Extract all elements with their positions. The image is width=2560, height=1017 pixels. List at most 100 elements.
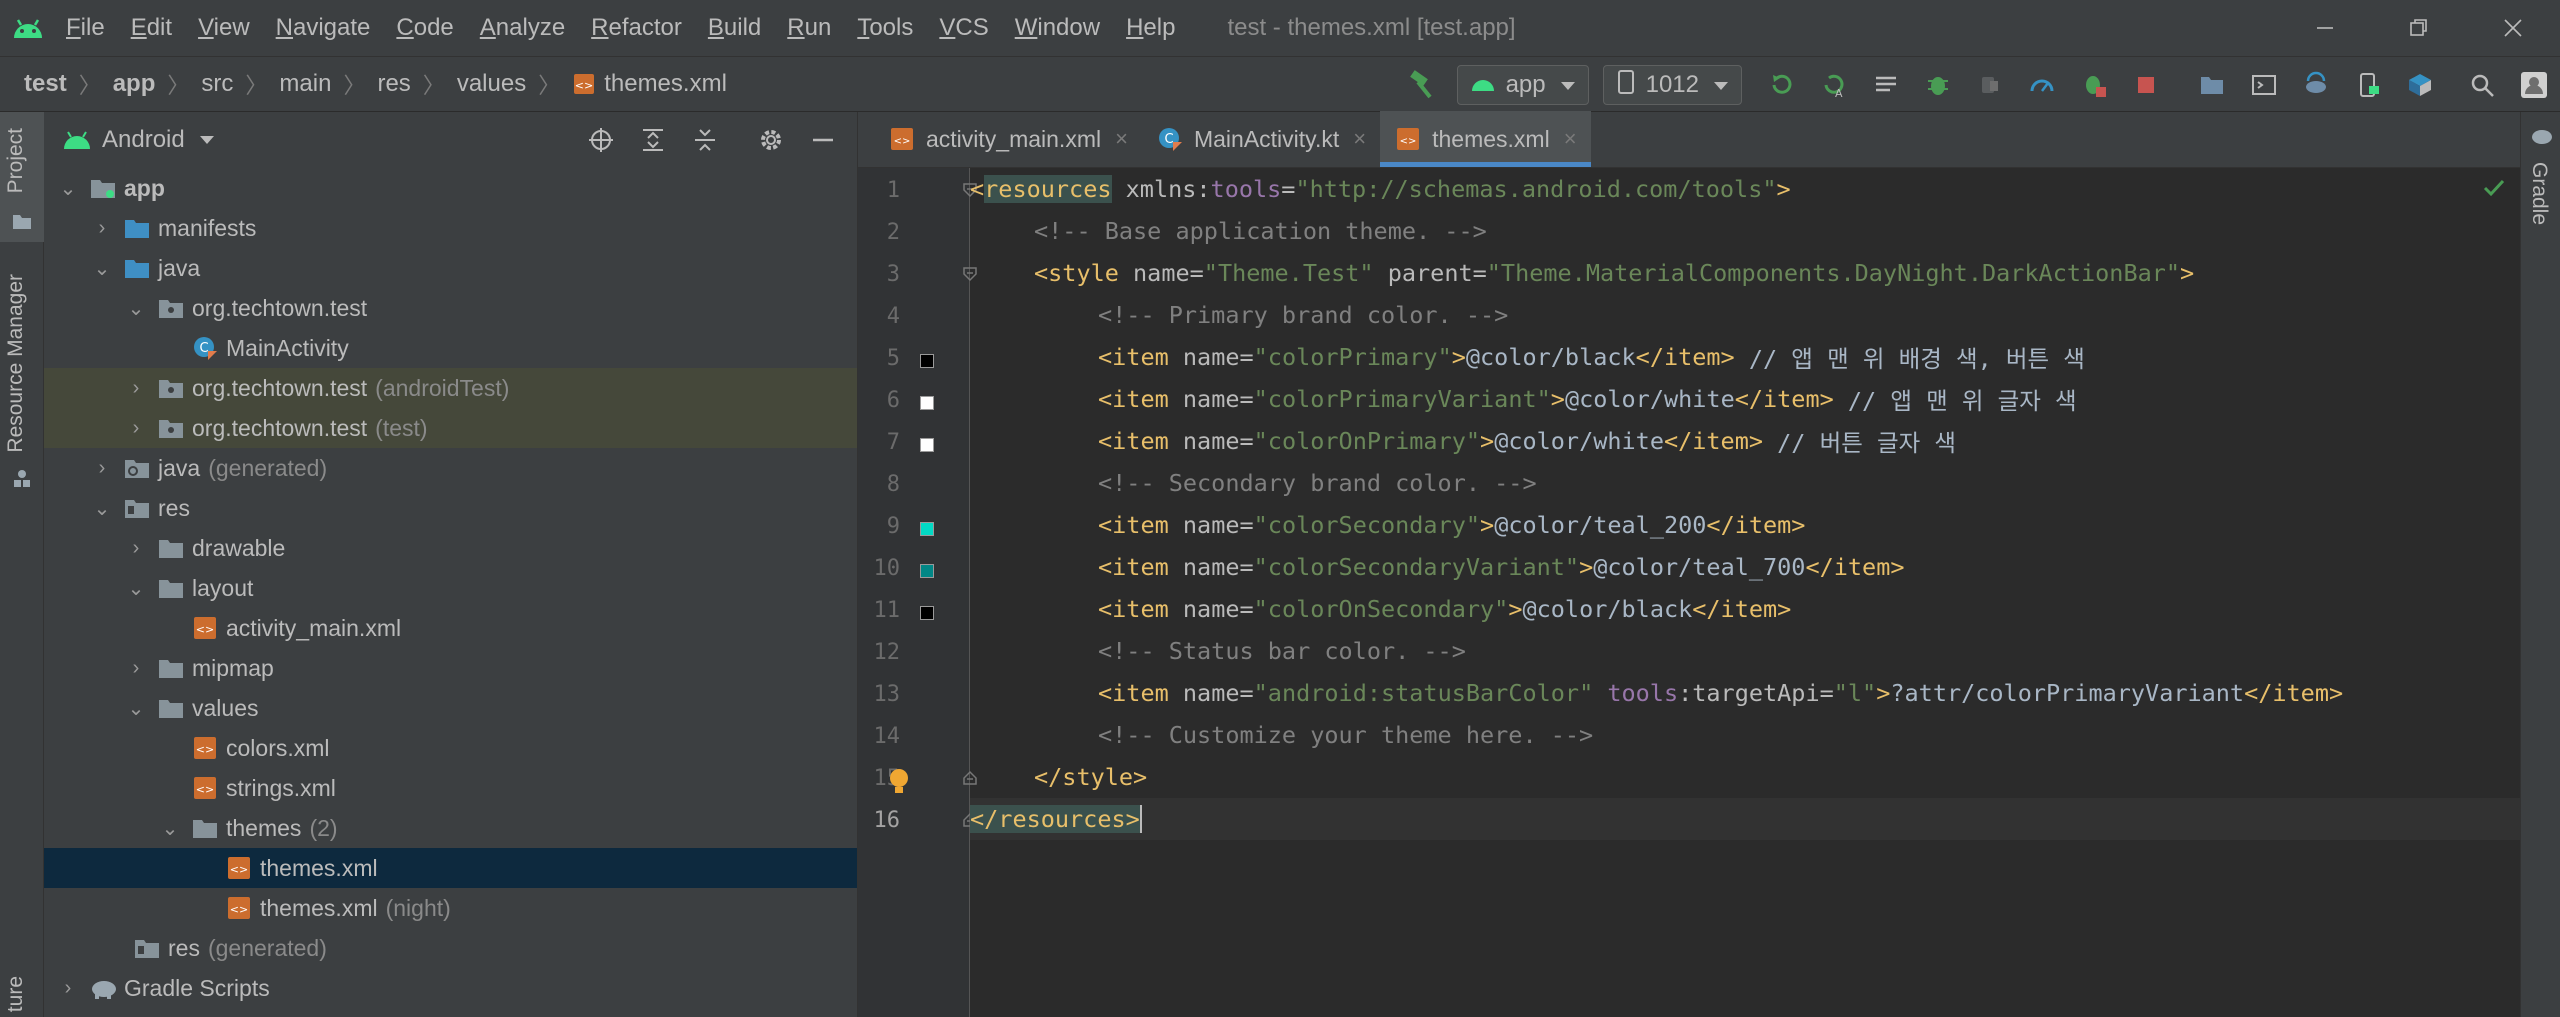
chevron-down-icon[interactable]: ⌄ [124, 696, 148, 721]
tree-item-res-generated[interactable]: res (generated) [44, 928, 857, 968]
tree-item-java-generated[interactable]: › java (generated) [44, 448, 857, 488]
menu-edit[interactable]: Edit [131, 14, 172, 42]
run-configuration-select[interactable]: app [1456, 65, 1589, 105]
chevron-down-icon[interactable]: ⌄ [158, 816, 182, 841]
tree-item-layout[interactable]: ⌄ layout [44, 568, 857, 608]
color-swatch-white[interactable] [920, 438, 934, 452]
close-tab-icon[interactable]: × [1353, 126, 1366, 152]
sync-gradle-icon[interactable] [2290, 59, 2342, 111]
tree-item-java[interactable]: ⌄ java [44, 248, 857, 288]
close-icon[interactable] [2466, 0, 2560, 56]
chevron-down-icon[interactable]: ⌄ [56, 176, 80, 201]
minimize-icon[interactable] [2278, 0, 2372, 56]
tree-item-android-test-package[interactable]: › org.techtown.test (androidTest) [44, 368, 857, 408]
attach-debugger-icon[interactable] [1964, 59, 2016, 111]
logcat-lines-icon[interactable] [1860, 59, 1912, 111]
debug-bug-icon-2[interactable] [2068, 59, 2120, 111]
gear-icon[interactable] [745, 112, 797, 168]
collapse-all-icon[interactable] [679, 112, 731, 168]
tree-item-package[interactable]: ⌄ org.techtown.test [44, 288, 857, 328]
tree-item-mainactivity[interactable]: C MainActivity [44, 328, 857, 368]
menu-build[interactable]: Build [708, 14, 761, 42]
resource-manager-tab-label[interactable]: Resource Manager [4, 274, 28, 453]
chevron-right-icon[interactable]: › [124, 417, 148, 440]
color-swatch-teal-700[interactable] [920, 564, 934, 578]
tree-item-themes[interactable]: ⌄ themes (2) [44, 808, 857, 848]
tree-item-strings-xml[interactable]: <> strings.xml [44, 768, 857, 808]
tree-item-gradle-scripts[interactable]: › Gradle Scripts [44, 968, 857, 1008]
close-tab-icon[interactable]: × [1564, 126, 1577, 152]
debug-bug-icon[interactable] [1912, 59, 1964, 111]
device-select[interactable]: 1012 [1602, 65, 1742, 105]
restore-icon[interactable] [2372, 0, 2466, 56]
chevron-down-icon[interactable]: ⌄ [90, 256, 114, 281]
breadcrumb-item[interactable]: src [201, 70, 233, 98]
structure-tab-label[interactable]: ture [4, 976, 28, 1012]
menu-run[interactable]: Run [787, 14, 831, 42]
menu-tools[interactable]: Tools [857, 14, 913, 42]
tree-item-res[interactable]: ⌄ res [44, 488, 857, 528]
tree-item-mipmap[interactable]: › mipmap [44, 648, 857, 688]
close-tab-icon[interactable]: × [1115, 126, 1128, 152]
color-swatch-white[interactable] [920, 396, 934, 410]
code-editor[interactable]: < resources xmlns: tools = "http://schemas.a… [970, 168, 2520, 1017]
breadcrumb-item[interactable]: test [24, 70, 67, 98]
tree-item-themes-night-xml[interactable]: <> themes.xml (night) [44, 888, 857, 928]
search-icon[interactable] [2456, 59, 2508, 111]
tree-item-themes-xml[interactable]: <> themes.xml [44, 848, 857, 888]
gradle-tab-label[interactable]: Gradle [2527, 162, 2551, 225]
breadcrumb-item[interactable]: values [457, 70, 526, 98]
stop-icon[interactable] [2120, 59, 2172, 111]
project-structure-icon[interactable] [2186, 59, 2238, 111]
breadcrumb-item[interactable]: res [377, 70, 410, 98]
breadcrumb-item[interactable]: main [279, 70, 331, 98]
no-problems-check-icon[interactable] [2482, 176, 2506, 205]
breadcrumb-item[interactable]: app [113, 70, 156, 98]
tree-item-test-package[interactable]: › org.techtown.test (test) [44, 408, 857, 448]
terminal-icon[interactable] [2238, 59, 2290, 111]
android-studio-account-icon[interactable] [2508, 59, 2560, 111]
tab-mainactivity-kt[interactable]: C MainActivity.kt × [1142, 111, 1380, 167]
menu-view[interactable]: View [198, 14, 250, 42]
rerun-icon[interactable] [1756, 59, 1808, 111]
menu-window[interactable]: Window [1015, 14, 1100, 42]
menu-vcs[interactable]: VCS [939, 14, 988, 42]
chevron-right-icon[interactable]: › [124, 377, 148, 400]
sdk-manager-icon[interactable] [2394, 59, 2446, 111]
project-tab-label[interactable]: Project [4, 128, 28, 193]
chevron-down-icon[interactable] [199, 134, 215, 146]
color-swatch-black[interactable] [920, 606, 934, 620]
menu-refactor[interactable]: Refactor [591, 14, 682, 42]
menu-help[interactable]: Help [1126, 14, 1175, 42]
tree-item-drawable[interactable]: › drawable [44, 528, 857, 568]
profiler-gauge-icon[interactable] [2016, 59, 2068, 111]
color-swatch-black[interactable] [920, 354, 934, 368]
color-swatch-teal-200[interactable] [920, 522, 934, 536]
chevron-down-icon[interactable]: ⌄ [124, 296, 148, 321]
chevron-down-icon[interactable]: ⌄ [90, 496, 114, 521]
chevron-down-icon[interactable]: ⌄ [124, 576, 148, 601]
chevron-right-icon[interactable]: › [56, 977, 80, 1000]
apply-changes-icon[interactable]: A [1808, 59, 1860, 111]
chevron-right-icon[interactable]: › [90, 457, 114, 480]
chevron-right-icon[interactable]: › [90, 217, 114, 240]
intention-bulb-icon[interactable] [886, 766, 912, 803]
tree-item-activity-main-xml[interactable]: <> activity_main.xml [44, 608, 857, 648]
tab-themes-xml[interactable]: <> themes.xml × [1380, 111, 1592, 167]
tree-item-values[interactable]: ⌄ values [44, 688, 857, 728]
menu-navigate[interactable]: Navigate [276, 14, 371, 42]
hide-panel-icon[interactable] [797, 112, 849, 168]
menu-code[interactable]: Code [396, 14, 453, 42]
menu-analyze[interactable]: Analyze [480, 14, 565, 42]
device-manager-icon[interactable] [2342, 59, 2394, 111]
locate-crosshair-icon[interactable] [575, 112, 627, 168]
chevron-right-icon[interactable]: › [124, 537, 148, 560]
tree-item-app[interactable]: ⌄ app [44, 168, 857, 208]
tab-activity-main-xml[interactable]: <> activity_main.xml × [874, 111, 1142, 167]
project-view-select[interactable]: Android [102, 126, 185, 154]
chevron-right-icon[interactable]: › [124, 657, 148, 680]
tree-item-manifests[interactable]: › manifests [44, 208, 857, 248]
expand-all-icon[interactable] [627, 112, 679, 168]
menu-file[interactable]: File [66, 14, 105, 42]
make-project-hammer-icon[interactable] [1395, 59, 1447, 111]
